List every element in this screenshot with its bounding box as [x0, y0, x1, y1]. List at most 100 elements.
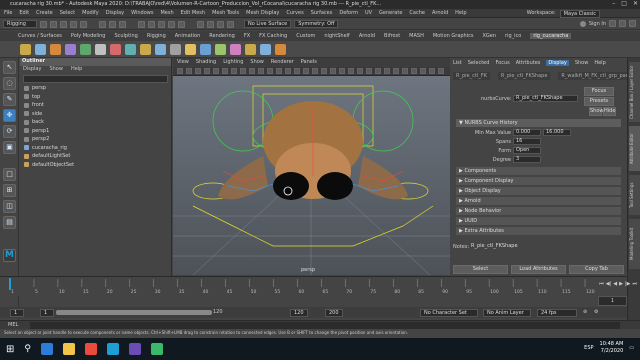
sign-in-link[interactable]: Sign In [589, 21, 606, 27]
shelf-tab-rendering[interactable]: Rendering [209, 33, 235, 39]
anim-prefs-icon[interactable]: ⚙ [594, 309, 598, 315]
lasso-tool-icon[interactable]: ◌ [3, 77, 16, 90]
render-icon[interactable] [207, 20, 214, 28]
ae-section-components[interactable]: ▶ Components [456, 167, 621, 175]
viewport-tool-icon[interactable] [285, 68, 291, 74]
shelf-tool-icon[interactable] [80, 44, 91, 55]
copy-tab-button[interactable]: Copy Tab [569, 265, 624, 274]
go-to-start-icon[interactable]: ⏮ [599, 281, 604, 287]
viewport-tool-icon[interactable] [276, 68, 282, 74]
shelf-tab-arnold[interactable]: Arnold [359, 33, 375, 39]
viewport-tool-icon[interactable] [393, 68, 399, 74]
snap-point-icon[interactable] [158, 20, 165, 28]
shelf-tab-poly-modeling[interactable]: Poly Modeling [71, 33, 106, 39]
app-icon-green[interactable] [150, 343, 163, 355]
menu-select[interactable]: Select [60, 10, 75, 16]
viewport-tool-icon[interactable] [339, 68, 345, 74]
ae-tab-display[interactable]: Display [546, 60, 569, 66]
outliner-item-cucaracha-rig[interactable]: cucaracha_rig [20, 144, 171, 153]
menu-mesh-display[interactable]: Mesh Display [246, 10, 279, 16]
auto-key-icon[interactable]: ⊚ [583, 309, 587, 315]
search-icon[interactable]: ⚲ [24, 344, 31, 354]
outliner-item-side[interactable]: side [20, 110, 171, 119]
menu-display[interactable]: Display [106, 10, 124, 16]
script-type-label[interactable]: MEL [8, 322, 18, 328]
menu-help[interactable]: Help [455, 10, 466, 16]
channel-box-toggle-icon[interactable] [619, 20, 626, 27]
step-back-icon[interactable]: ◀| [606, 281, 612, 287]
outliner-item-persp2[interactable]: persp2 [20, 135, 171, 144]
file-explorer-icon[interactable] [62, 343, 75, 355]
scene-end-field[interactable]: 200 [325, 309, 343, 317]
scale-tool-icon[interactable]: ▣ [3, 141, 16, 154]
shelf-tab-fx[interactable]: FX [244, 33, 250, 39]
shelf-tab-xgen[interactable]: XGen [482, 33, 496, 39]
menu-deform[interactable]: Deform [339, 10, 358, 16]
tab-tool-settings[interactable]: Tool Settings [629, 175, 640, 215]
current-frame-field[interactable]: 1 [598, 296, 627, 306]
viewport-tool-icon[interactable] [195, 68, 201, 74]
shelf-tab-animation[interactable]: Animation [175, 33, 201, 39]
ae-tab-selected[interactable]: Selected [468, 60, 490, 66]
menu-surfaces[interactable]: Surfaces [311, 10, 333, 16]
new-scene-icon[interactable] [40, 20, 47, 28]
shelf-tool-icon[interactable] [185, 44, 196, 55]
language-indicator[interactable]: ESP [584, 345, 593, 351]
maya-taskbar-icon[interactable] [106, 343, 119, 355]
viewport-tool-icon[interactable] [249, 68, 255, 74]
viewport-tool-icon[interactable] [375, 68, 381, 74]
notification-icon[interactable]: ▭ [629, 345, 634, 351]
viewport-tool-icon[interactable] [231, 68, 237, 74]
viewport-tool-icon[interactable] [294, 68, 300, 74]
select-tool-icon[interactable]: ↖ [3, 61, 16, 74]
shelf-tab-rig-ico[interactable]: rig_ico [505, 33, 521, 39]
ae-section-uuid[interactable]: ▶ UUID [456, 217, 621, 225]
outliner-item-top[interactable]: top [20, 93, 171, 102]
snap-view-icon[interactable] [168, 20, 175, 28]
ae-tab-help[interactable]: Help [594, 60, 605, 66]
viewport-tool-icon[interactable] [258, 68, 264, 74]
menu-modify[interactable]: Modify [82, 10, 99, 16]
perspective-viewport[interactable]: persp [173, 76, 450, 275]
workspace-dropdown[interactable]: Maya Classic [559, 10, 600, 18]
edge-browser-icon[interactable] [40, 343, 53, 355]
attribute-editor-toggle-icon[interactable] [609, 20, 616, 27]
viewport-tool-icon[interactable] [321, 68, 327, 74]
spans-field[interactable]: 16 [513, 138, 541, 145]
shelf-tool-icon[interactable] [140, 44, 151, 55]
load-attributes-button[interactable]: Load Attributes [511, 265, 566, 274]
shelf-tool-icon[interactable] [245, 44, 256, 55]
viewport-tool-icon[interactable] [240, 68, 246, 74]
shelf-tab-custom[interactable]: Custom [296, 33, 315, 39]
tab-channel-box[interactable]: Channel Box / Layer Editor [629, 62, 640, 122]
tab-modeling-toolkit[interactable]: Modeling Toolkit [629, 219, 640, 269]
shelf-tool-icon[interactable] [35, 44, 46, 55]
shelf-tab-nightshelf[interactable]: nightShelf [324, 33, 349, 39]
hide-button[interactable]: Hide [603, 107, 616, 116]
symmetry-dropdown[interactable]: Symmetry: Off [294, 20, 339, 28]
menu-generate[interactable]: Generate [379, 10, 402, 16]
shelf-tool-icon[interactable] [110, 44, 121, 55]
select-hierarchy-icon[interactable] [99, 20, 106, 28]
viewport-tool-icon[interactable] [303, 68, 309, 74]
shelf-tool-icon[interactable] [200, 44, 211, 55]
app-icon-purple[interactable] [128, 343, 141, 355]
select-button[interactable]: Select [453, 265, 508, 274]
shelf-tool-icon[interactable] [230, 44, 241, 55]
redo-icon[interactable] [80, 20, 87, 28]
outliner-item-defaultobjectset[interactable]: defaultObjectSet [20, 161, 171, 170]
outliner-menu-help[interactable]: Help [71, 66, 82, 74]
history-icon[interactable] [197, 20, 204, 28]
viewport-tool-icon[interactable] [384, 68, 390, 74]
viewport-tool-icon[interactable] [411, 68, 417, 74]
paint-select-tool-icon[interactable]: ✎ [3, 93, 16, 106]
shelf-tab-bifrost[interactable]: Bifrost [384, 33, 400, 39]
shelf-tab-fx-caching[interactable]: FX Caching [259, 33, 287, 39]
viewport-tool-icon[interactable] [357, 68, 363, 74]
clock[interactable]: 10:48 AM 7/2/2020 [600, 341, 624, 355]
max-value-field[interactable]: 16.000 [543, 129, 571, 136]
min-value-field[interactable]: 0.000 [513, 129, 541, 136]
shelf-tool-icon[interactable] [155, 44, 166, 55]
viewport-tool-icon[interactable] [222, 68, 228, 74]
rotate-tool-icon[interactable]: ⟳ [3, 125, 16, 138]
